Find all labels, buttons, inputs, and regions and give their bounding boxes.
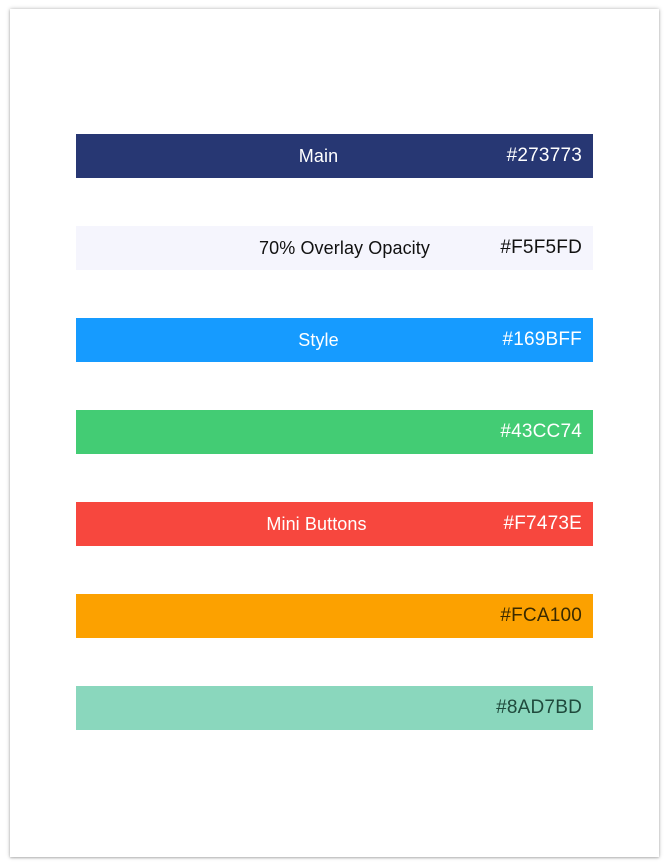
swatch-hex-code: #169BFF bbox=[502, 329, 582, 350]
swatch-label: Style bbox=[298, 330, 339, 350]
color-swatch: Main #273773 bbox=[76, 134, 593, 178]
swatch-hex-code: #FCA100 bbox=[500, 605, 582, 626]
swatch-hex-code: #43CC74 bbox=[500, 421, 582, 442]
color-swatch-list: Main #273773 70% Overlay Opacity #F5F5FD… bbox=[76, 134, 593, 730]
color-swatch: 70% Overlay Opacity #F5F5FD bbox=[76, 226, 593, 270]
document-page: Main #273773 70% Overlay Opacity #F5F5FD… bbox=[10, 9, 659, 857]
color-swatch: #8AD7BD bbox=[76, 686, 593, 730]
swatch-hex-code: #F7473E bbox=[503, 513, 582, 534]
color-swatch: Style #169BFF bbox=[76, 318, 593, 362]
color-swatch: #43CC74 bbox=[76, 410, 593, 454]
swatch-hex-code: #8AD7BD bbox=[496, 697, 582, 718]
swatch-label: Mini Buttons bbox=[266, 514, 367, 534]
swatch-label: Main bbox=[298, 146, 339, 166]
color-swatch: Mini Buttons #F7473E bbox=[76, 502, 593, 546]
swatch-hex-code: #273773 bbox=[506, 145, 582, 166]
swatch-hex-code: #F5F5FD bbox=[500, 237, 582, 258]
color-swatch: #FCA100 bbox=[76, 594, 593, 638]
